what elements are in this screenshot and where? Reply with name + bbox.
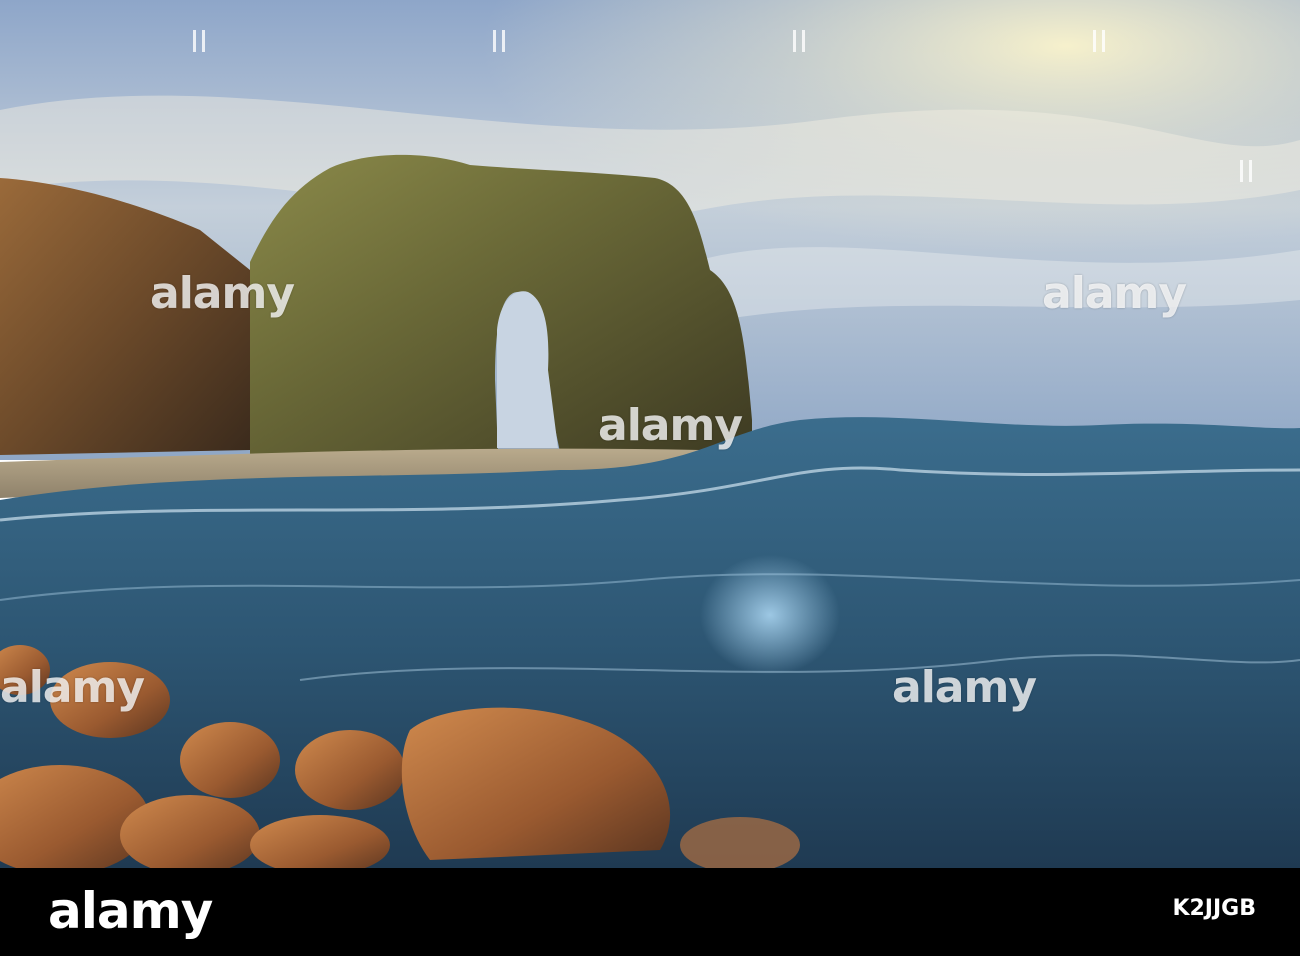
watermark-text: alamy [892, 662, 1037, 713]
stock-photo-frame: alamy alamy alamy alamy alamy alamy K2JJ… [0, 0, 1300, 956]
watermark-text: alamy [598, 400, 743, 451]
water-droplet-glow [700, 555, 840, 675]
watermark-text: alamy [150, 268, 295, 319]
watermark-mark [493, 30, 505, 52]
photo: alamy alamy alamy alamy alamy [0, 0, 1300, 868]
watermark-mark [1093, 30, 1105, 52]
watermark-text: alamy [1042, 268, 1187, 319]
watermark-mark [1240, 160, 1252, 182]
watermark-mark [793, 30, 805, 52]
image-id: K2JJGB [1172, 896, 1256, 921]
alamy-logo: alamy [48, 882, 213, 940]
stock-footer-bar: alamy K2JJGB [0, 868, 1300, 956]
watermark-text: alamy [0, 662, 145, 713]
watermark-mark [193, 30, 205, 52]
